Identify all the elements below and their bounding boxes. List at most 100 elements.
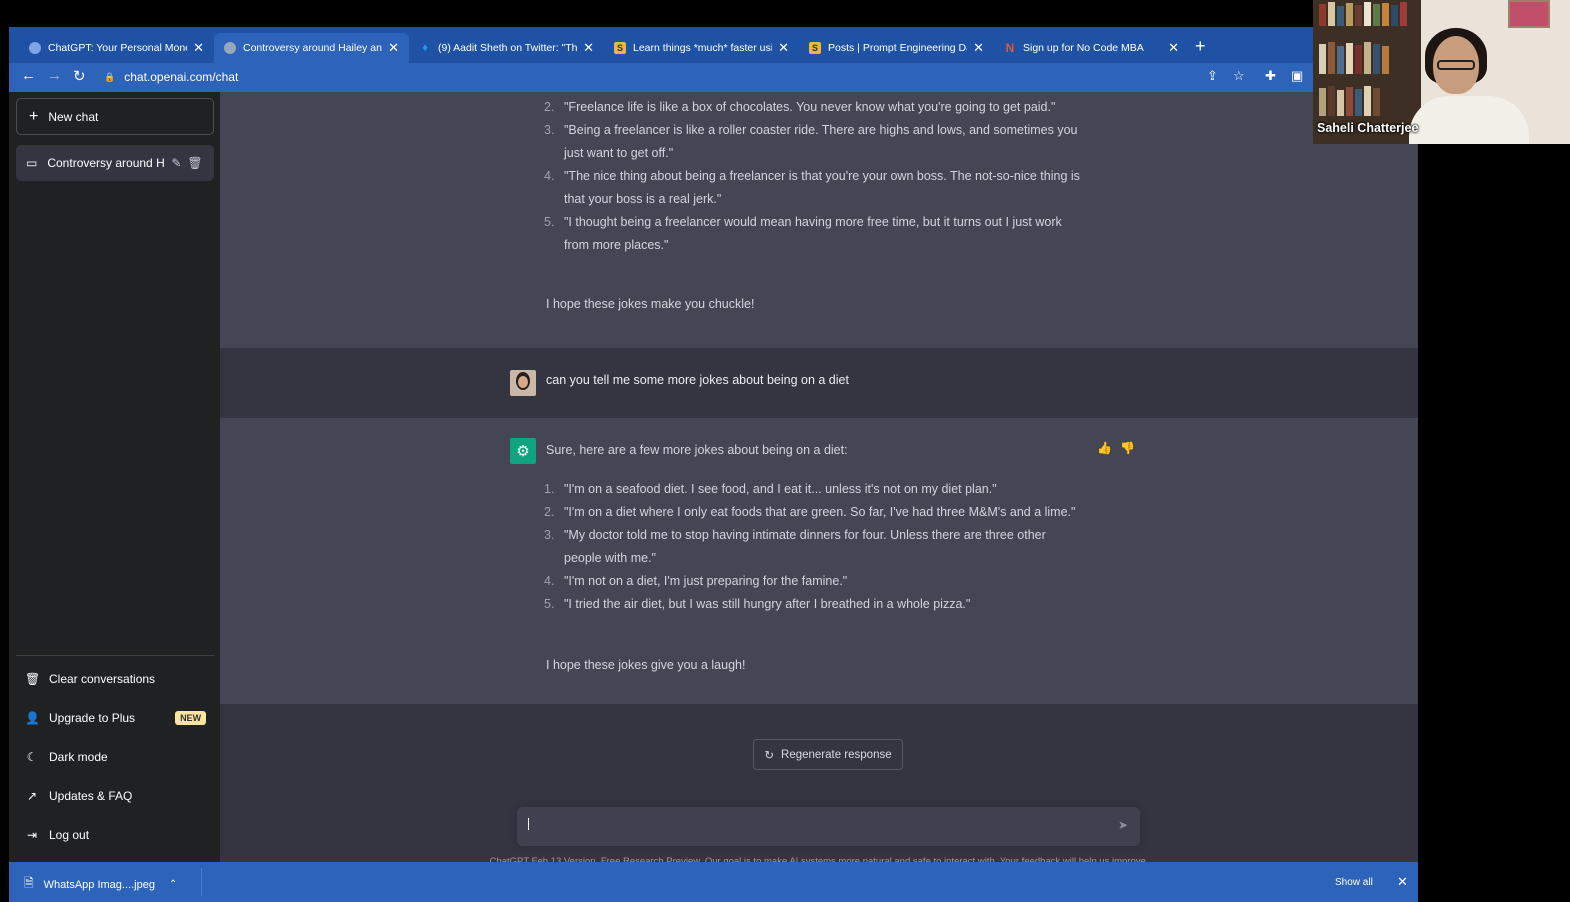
tab-controversy[interactable]: Controversy around Hailey and ✕ bbox=[214, 33, 409, 63]
chatgpt-favicon-icon bbox=[29, 42, 41, 54]
substack-favicon-icon: S bbox=[809, 42, 821, 54]
extensions-puzzle-icon[interactable]: ✚ bbox=[1265, 68, 1276, 84]
new-chat-label: New chat bbox=[48, 109, 99, 124]
chat-bubble-icon: ▭ bbox=[26, 156, 38, 170]
menu-label: Log out bbox=[49, 828, 90, 842]
close-tab-icon[interactable]: ✕ bbox=[973, 40, 984, 56]
menu-label: Dark mode bbox=[49, 750, 108, 764]
thumbs-up-icon[interactable]: 👍 bbox=[1097, 441, 1112, 455]
divider bbox=[201, 868, 202, 896]
list-item: 1. "I'm on a seafood diet. I see food, an… bbox=[544, 482, 997, 496]
list-item: 3. "Being a freelancer is like a roller c… bbox=[544, 123, 1078, 160]
user-message-text: can you tell me some more jokes about be… bbox=[546, 373, 849, 387]
new-badge: NEW bbox=[175, 711, 207, 725]
menu-label: Updates & FAQ bbox=[49, 789, 133, 803]
nocode-favicon-icon: N bbox=[1005, 41, 1015, 55]
screen: ChatGPT: Your Personal Money ✕ Controver… bbox=[0, 0, 1570, 902]
list-item: 4. "I'm not on a diet, I'm just preparing… bbox=[544, 574, 848, 588]
bookmark-star-icon[interactable]: ☆ bbox=[1233, 68, 1245, 84]
download-filename: WhatsApp Imag....jpeg bbox=[43, 878, 155, 891]
list-item: 2. "Freelance life is like a box of choco… bbox=[544, 100, 1056, 114]
url-field[interactable]: 🔒 chat.openai.com/chat bbox=[104, 66, 1304, 88]
regenerate-label: Regenerate response bbox=[781, 748, 892, 761]
wall-frame-image bbox=[1508, 0, 1550, 28]
tab-title: Posts | Prompt Engineering Da bbox=[828, 42, 968, 54]
joke-list-prev: 2. "Freelance life is like a box of choco… bbox=[544, 96, 1086, 257]
sidebar-divider bbox=[16, 655, 214, 656]
reload-icon[interactable]: ↻ bbox=[73, 67, 86, 85]
substack-favicon-icon: S bbox=[614, 42, 626, 54]
chevron-up-icon[interactable]: ⌃ bbox=[169, 879, 177, 890]
download-item[interactable]: 🗎 WhatsApp Imag....jpeg ⌃ bbox=[24, 874, 177, 895]
close-tab-icon[interactable]: ✕ bbox=[388, 40, 399, 56]
user-message: can you tell me some more jokes about be… bbox=[220, 348, 1418, 418]
tab-prompt-engineering[interactable]: S Posts | Prompt Engineering Da ✕ bbox=[799, 33, 994, 63]
close-tab-icon[interactable]: ✕ bbox=[778, 40, 789, 56]
assistant-message-prev: 2. "Freelance life is like a box of choco… bbox=[220, 92, 1418, 348]
tab-twitter[interactable]: ♦ (9) Aadit Sheth on Twitter: "Th ✕ bbox=[409, 33, 604, 63]
joke-list: 1. "I'm on a seafood diet. I see food, an… bbox=[544, 478, 1086, 616]
conversation-title: Controversy around H bbox=[47, 156, 165, 170]
back-arrow-icon[interactable]: ← bbox=[21, 67, 36, 84]
close-tab-icon[interactable]: ✕ bbox=[193, 40, 204, 56]
prompt-input[interactable]: ➤ bbox=[517, 807, 1140, 846]
tab-bar: ChatGPT: Your Personal Money ✕ Controver… bbox=[9, 27, 1418, 63]
share-icon[interactable]: ⇪ bbox=[1207, 68, 1218, 84]
conversation-item[interactable]: ▭ Controversy around H ✎ 🗑 bbox=[16, 145, 214, 181]
glasses bbox=[1437, 60, 1475, 70]
external-link-icon: ↗ bbox=[26, 789, 38, 803]
list-item: 4. "The nice thing about being a freelanc… bbox=[544, 169, 1080, 206]
refresh-icon: ↻ bbox=[764, 749, 775, 762]
lock-icon: 🔒 bbox=[104, 71, 116, 82]
menu-label: Clear conversations bbox=[49, 672, 156, 686]
upgrade-to-plus-button[interactable]: 👤 Upgrade to Plus NEW bbox=[25, 711, 207, 725]
downloads-bar: 🗎 WhatsApp Imag....jpeg ⌃ Show all ✕ bbox=[9, 862, 1418, 902]
regenerate-response-button[interactable]: ↻ Regenerate response bbox=[753, 739, 903, 770]
openai-logo-icon: ⚙ bbox=[510, 438, 536, 464]
person-body bbox=[1409, 96, 1529, 144]
thumbs-down-icon[interactable]: 👎 bbox=[1120, 441, 1135, 455]
close-tab-icon[interactable]: ✕ bbox=[583, 40, 594, 56]
clear-conversations-button[interactable]: 🗑 Clear conversations bbox=[25, 672, 155, 686]
list-item: 2. "I'm on a diet where I only eat foods … bbox=[544, 505, 1076, 519]
tab-learn-things[interactable]: S Learn things *much* faster usi ✕ bbox=[604, 33, 799, 63]
new-chat-button[interactable]: + New chat bbox=[16, 98, 214, 135]
user-avatar bbox=[510, 370, 536, 396]
log-out-button[interactable]: ⇥ Log out bbox=[25, 828, 89, 842]
trash-icon[interactable]: 🗑 bbox=[187, 156, 202, 170]
tab-chatgpt-money[interactable]: ChatGPT: Your Personal Money ✕ bbox=[19, 33, 214, 63]
tab-no-code-mba[interactable]: N Sign up for No Code MBA ✕ bbox=[994, 33, 1189, 63]
tab-title: (9) Aadit Sheth on Twitter: "Th bbox=[438, 42, 578, 54]
edit-pencil-icon[interactable]: ✎ bbox=[171, 156, 181, 170]
show-all-button[interactable]: Show all bbox=[1335, 877, 1373, 888]
twitter-bird-icon: ♦ bbox=[422, 42, 428, 54]
assistant-intro-text: Sure, here are a few more jokes about be… bbox=[546, 443, 848, 457]
close-tab-icon[interactable]: ✕ bbox=[1168, 40, 1179, 56]
url-text: chat.openai.com/chat bbox=[124, 70, 239, 84]
file-icon: 🗎 bbox=[24, 876, 34, 890]
menu-label: Upgrade to Plus bbox=[49, 711, 136, 725]
sidebar: + New chat ▭ Controversy around H ✎ 🗑 🗑 … bbox=[9, 92, 220, 862]
browser-window: ChatGPT: Your Personal Money ✕ Controver… bbox=[9, 27, 1418, 902]
close-icon[interactable]: ✕ bbox=[1397, 874, 1408, 890]
updates-faq-link[interactable]: ↗ Updates & FAQ bbox=[25, 789, 132, 803]
list-item: 5. "I thought being a freelancer would me… bbox=[544, 215, 1062, 252]
plus-icon: + bbox=[29, 107, 39, 125]
chat-main: 2. "Freelance life is like a box of choco… bbox=[220, 92, 1418, 867]
forward-arrow-icon[interactable]: → bbox=[47, 67, 62, 84]
user-icon: 👤 bbox=[25, 711, 40, 725]
text-caret bbox=[528, 818, 529, 830]
list-item: 5. "I tried the air diet, but I was still… bbox=[544, 597, 971, 611]
send-icon[interactable]: ➤ bbox=[1118, 818, 1128, 832]
list-item: 3. "My doctor told me to stop having inti… bbox=[544, 528, 1046, 565]
tab-title: Sign up for No Code MBA bbox=[1023, 42, 1144, 54]
dark-mode-button[interactable]: ☾ Dark mode bbox=[25, 750, 108, 764]
assistant-closing-text: I hope these jokes give you a laugh! bbox=[546, 658, 746, 672]
side-panel-icon[interactable]: ▣ bbox=[1291, 68, 1303, 84]
page-favicon-icon bbox=[224, 42, 236, 54]
logout-icon: ⇥ bbox=[26, 828, 38, 842]
tab-title: Controversy around Hailey and bbox=[243, 42, 383, 54]
tab-title: ChatGPT: Your Personal Money bbox=[48, 42, 188, 54]
trash-icon: 🗑 bbox=[25, 672, 41, 686]
new-tab-button[interactable]: + bbox=[1195, 36, 1206, 57]
